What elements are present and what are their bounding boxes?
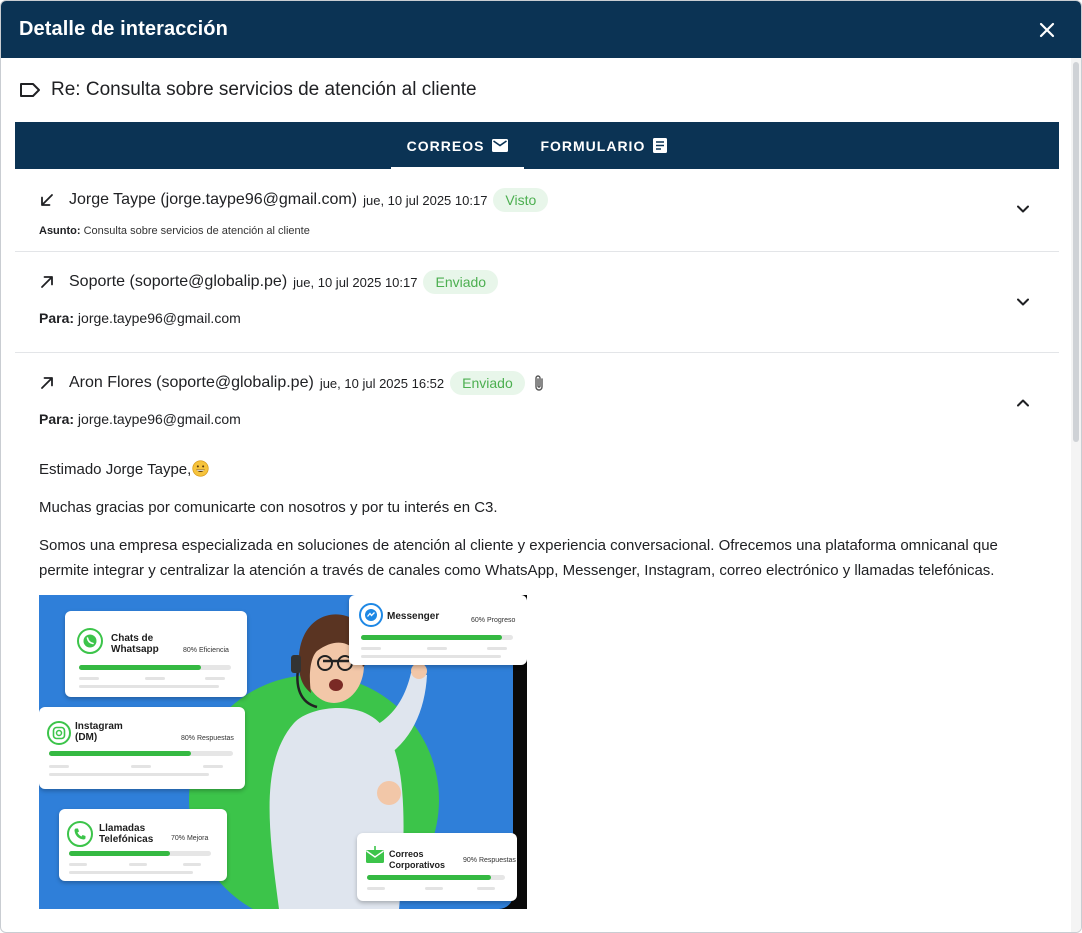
email-item-expanded: Aron Flores (soporte@globalip.pe) jue, 1… [15, 353, 1059, 909]
label-tag-icon [20, 83, 40, 97]
status-badge: Enviado [450, 371, 525, 395]
mail-card: Correos Corporativos 90% Respuestas [357, 833, 517, 901]
subject-title: Re: Consulta sobre servicios de atención… [51, 79, 477, 100]
close-icon [1039, 22, 1055, 37]
modal-content: Re: Consulta sobre servicios de atención… [1, 58, 1071, 932]
card-stat: 70% Mejora [171, 835, 209, 842]
grinning-face-icon [192, 460, 209, 477]
meta-value: jorge.taype96@gmail.com [77, 310, 241, 326]
status-badge: Enviado [423, 270, 499, 294]
meta-label: Para: [39, 310, 75, 326]
subject-row: Re: Consulta sobre servicios de atención… [1, 58, 1071, 122]
modal-title: Detalle de interacción [19, 18, 228, 40]
email-recipient: Para: jorge.taype96@gmail.com [15, 399, 1059, 427]
email-greeting: Estimado Jorge Taype, [39, 457, 1039, 482]
card-stat: 80% Eficiencia [183, 647, 229, 654]
card-title: (DM) [75, 732, 98, 743]
tab-formulario[interactable]: FORMULARIO [524, 122, 683, 169]
chevron-down-icon [1017, 298, 1029, 306]
card-title: Correos [389, 849, 424, 859]
whatsapp-progress [79, 665, 231, 670]
email-date: jue, 10 jul 2025 10:17 [293, 274, 418, 290]
whatsapp-icon [77, 628, 103, 654]
close-button[interactable] [1035, 18, 1059, 42]
instagram-progress [49, 751, 233, 756]
card-title: Messenger [387, 611, 440, 622]
email-icon [492, 139, 509, 152]
meta-value: jorge.taype96@gmail.com [77, 411, 241, 427]
messenger-card: Messenger 60% Progreso [349, 595, 527, 665]
expand-button[interactable] [1015, 294, 1031, 310]
calls-card: Llamadas Telefónicas 70% Mejora [59, 809, 227, 881]
chevron-down-icon [1017, 205, 1029, 213]
promo-image: Chats de Whatsapp 80% Eficiencia Messeng… [39, 595, 527, 909]
tab-correos[interactable]: CORREOS [390, 122, 525, 169]
email-item[interactable]: Soporte (soporte@globalip.pe) jue, 10 ju… [15, 252, 1059, 353]
card-title: Whatsapp [111, 644, 159, 655]
meta-label: Asunto: [39, 225, 81, 237]
email-sender: Aron Flores (soporte@globalip.pe) [69, 374, 314, 391]
meta-label: Para: [39, 411, 75, 427]
mail-progress [367, 875, 505, 880]
tab-correos-label: CORREOS [406, 137, 485, 154]
tab-bar: CORREOS FORMULARIO [15, 122, 1059, 169]
email-body: Estimado Jorge Taype, Muchas gracias por… [15, 427, 1059, 583]
card-title: Llamadas [99, 823, 146, 834]
whatsapp-card: Chats de Whatsapp 80% Eficiencia [65, 611, 247, 697]
expand-button[interactable] [1015, 201, 1031, 217]
mail-envelope-icon [365, 845, 385, 870]
incoming-arrow-icon [39, 192, 55, 208]
phone-icon [67, 821, 93, 847]
scrollbar[interactable] [1071, 58, 1081, 932]
meta-value: Consulta sobre servicios de atención al … [83, 225, 310, 237]
outgoing-arrow-icon [39, 274, 55, 290]
card-title: Instagram [75, 721, 123, 732]
instagram-card: Instagram (DM) 80% Respuestas [39, 707, 245, 789]
card-stat: 60% Progreso [471, 617, 516, 624]
interaction-detail-modal: Detalle de interacción Re: Consulta sobr… [0, 0, 1082, 933]
email-subject-meta: Asunto: Consulta sobre servicios de aten… [15, 215, 1059, 237]
email-thread: Jorge Taype (jorge.taype96@gmail.com) ju… [15, 169, 1059, 909]
status-badge: Visto [493, 188, 549, 212]
messenger-icon [359, 603, 383, 627]
instagram-icon [47, 721, 71, 745]
collapse-button[interactable] [1015, 395, 1031, 411]
card-title: Telefónicas [99, 834, 154, 845]
email-item[interactable]: Jorge Taype (jorge.taype96@gmail.com) ju… [15, 169, 1059, 252]
messenger-progress [361, 635, 513, 640]
scrollbar-thumb[interactable] [1073, 62, 1079, 442]
card-title: Chats de [111, 633, 154, 644]
form-icon [653, 138, 668, 153]
email-sender: Soporte (soporte@globalip.pe) [69, 273, 288, 290]
tab-formulario-label: FORMULARIO [540, 137, 646, 154]
outgoing-arrow-icon [39, 375, 55, 391]
email-date: jue, 10 jul 2025 10:17 [363, 192, 488, 208]
attachment-icon[interactable] [533, 373, 547, 393]
card-title: Corporativos [389, 860, 446, 870]
email-paragraph: Somos una empresa especializada en soluc… [39, 537, 998, 579]
calls-progress [69, 851, 211, 856]
email-sender: Jorge Taype (jorge.taype96@gmail.com) [69, 191, 358, 208]
card-stat: 80% Respuestas [181, 735, 234, 742]
email-recipient: Para: jorge.taype96@gmail.com [15, 298, 1059, 326]
chevron-up-icon [1017, 399, 1029, 407]
email-paragraph: Muchas gracias por comunicarte con nosot… [39, 499, 498, 516]
modal-header: Detalle de interacción [1, 1, 1081, 58]
email-date: jue, 10 jul 2025 16:52 [319, 375, 445, 391]
card-stat: 90% Respuestas [463, 857, 516, 864]
greeting-text: Estimado Jorge Taype, [39, 461, 192, 478]
